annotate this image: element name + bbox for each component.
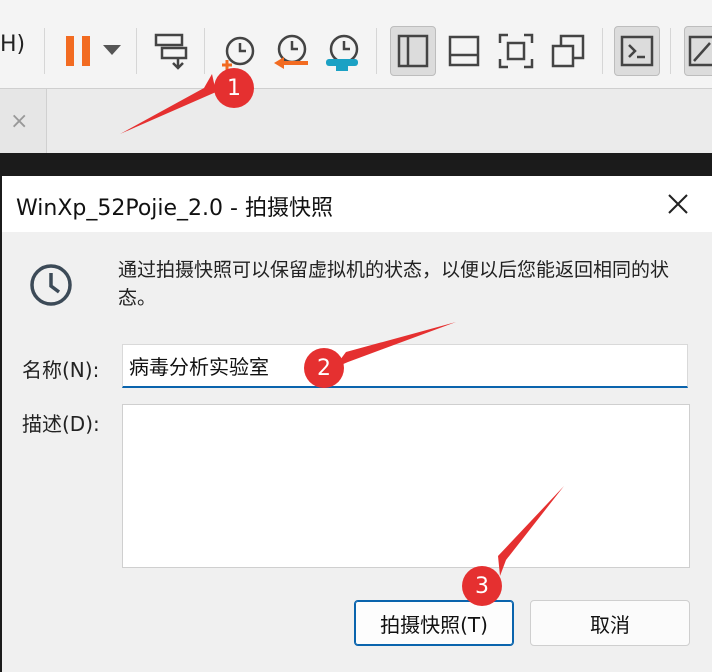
unity-icon[interactable]	[546, 28, 590, 74]
cancel-button[interactable]: 取消	[530, 600, 690, 646]
snapshot-description-input[interactable]	[122, 404, 690, 568]
toolbar-separator	[44, 28, 45, 74]
toolbar-separator	[204, 28, 205, 74]
clock-icon	[28, 262, 74, 308]
toolbar-separator	[136, 28, 137, 74]
revert-snapshot-icon[interactable]	[270, 32, 310, 74]
close-icon[interactable]	[664, 190, 692, 218]
library-view-icon[interactable]	[390, 26, 436, 76]
name-label: 名称(N):	[22, 358, 100, 382]
snapshot-manager-icon[interactable]	[322, 32, 362, 74]
toolbar-separator	[670, 28, 671, 74]
dropdown-icon[interactable]	[100, 40, 124, 60]
description-label: 描述(D):	[22, 412, 100, 436]
annotation-badge-1: 1	[214, 68, 254, 108]
tab-strip: ×	[0, 88, 712, 153]
toolbar-separator	[376, 28, 377, 74]
console-icon[interactable]	[614, 26, 660, 76]
toolbar-separator	[602, 28, 603, 74]
tab-close-icon[interactable]: ×	[10, 109, 28, 134]
dialog-title: WinXp_52Pojie_2.0 - 拍摄快照	[16, 196, 333, 221]
take-snapshot-dialog: WinXp_52Pojie_2.0 - 拍摄快照 通过拍摄快照可以保留虚拟机的状…	[2, 176, 712, 672]
vm-tab[interactable]: ×	[0, 89, 47, 153]
menu-fragment[interactable]: H)	[0, 32, 25, 57]
annotation-badge-2: 2	[304, 348, 344, 388]
fullscreen-icon[interactable]	[494, 28, 538, 74]
stretch-icon[interactable]	[684, 26, 712, 76]
pause-icon[interactable]	[60, 30, 96, 72]
dialog-info-text: 通过拍摄快照可以保留虚拟机的状态，以便以后您能返回相同的状态。	[118, 259, 670, 309]
send-keys-icon[interactable]	[150, 30, 190, 72]
snapshot-name-input[interactable]: 病毒分析实验室	[122, 344, 688, 388]
thumbnail-view-icon[interactable]	[442, 28, 486, 74]
dialog-titlebar: WinXp_52Pojie_2.0 - 拍摄快照	[2, 176, 712, 232]
toolbar: H)	[0, 0, 712, 88]
annotation-badge-3: 3	[462, 566, 502, 606]
take-snapshot-button[interactable]: 拍摄快照(T)	[354, 600, 514, 646]
